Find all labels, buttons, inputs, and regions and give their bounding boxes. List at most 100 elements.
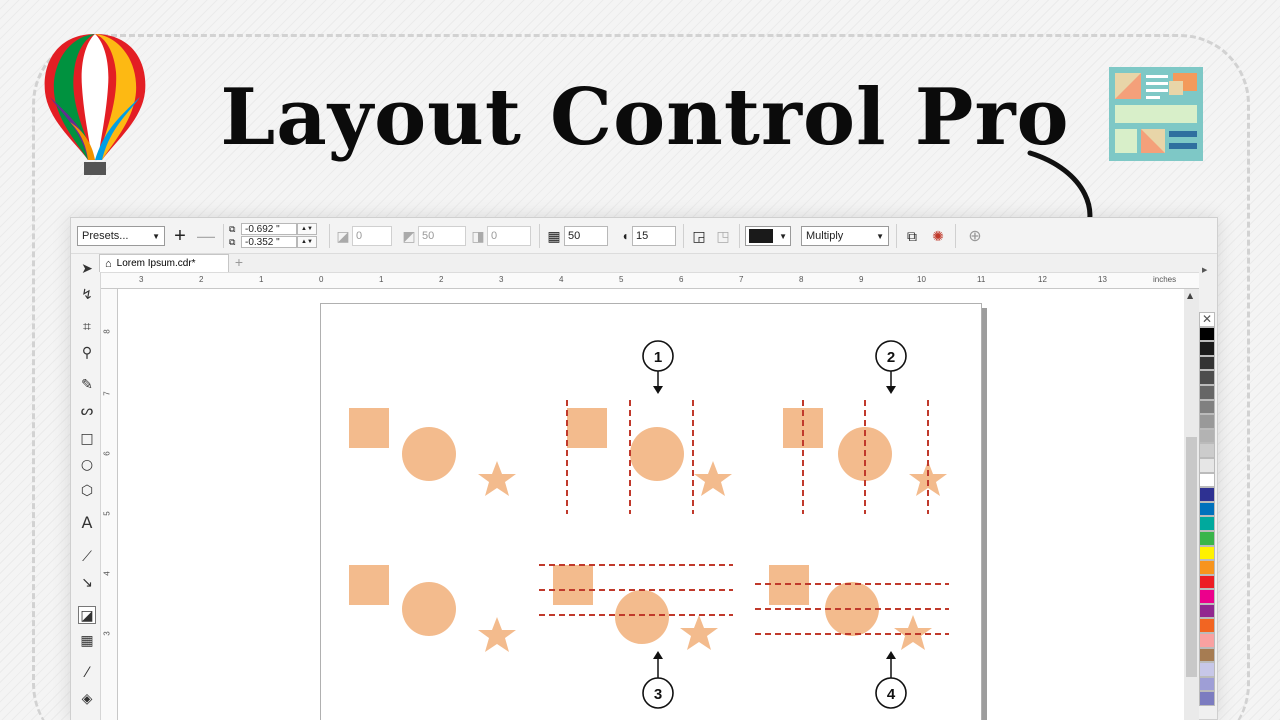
document-page[interactable]: 1 2 3 4 — [320, 303, 982, 720]
ruler-label: 13 — [1098, 275, 1107, 284]
color-swatch[interactable] — [1199, 691, 1215, 707]
color-swatch[interactable] — [1199, 370, 1215, 385]
ruler-label: 4 — [559, 275, 564, 284]
toolbox: ➤ ↯ ⌗ ⚲ ✎ ᔕ □ ○ ⬡ A ⟋ ↘ ◪ ▦ ⁄ ◈ — [71, 254, 101, 720]
shadow-color-swatch — [749, 229, 773, 243]
color-swatch[interactable] — [1199, 326, 1215, 342]
color-swatch[interactable] — [1199, 355, 1215, 371]
color-swatch[interactable] — [1199, 618, 1215, 634]
color-swatch[interactable] — [1199, 414, 1215, 429]
blend-mode-dropdown[interactable]: Multiply ▼ — [801, 226, 889, 246]
transparency-tool-icon[interactable]: ▦ — [78, 632, 96, 650]
color-swatch[interactable] — [1199, 399, 1215, 415]
shape-group-left-aligned — [567, 408, 732, 496]
ruler-label: 1 — [259, 275, 264, 284]
circle-shape — [402, 427, 456, 481]
clear-shadow-icon[interactable]: ✺ — [928, 226, 948, 246]
color-swatch[interactable] — [1199, 676, 1215, 692]
chevron-down-icon: ▼ — [779, 231, 787, 241]
shadow-direction-icon[interactable]: ◲ — [689, 226, 709, 246]
color-swatch[interactable] — [1199, 530, 1215, 546]
feather-field[interactable]: 15 — [632, 226, 676, 246]
color-swatch[interactable] — [1199, 647, 1215, 663]
fill-tool-icon[interactable]: ◈ — [78, 690, 96, 708]
color-swatch[interactable] — [1199, 516, 1215, 531]
color-swatch[interactable] — [1199, 545, 1215, 561]
color-swatch[interactable] — [1199, 662, 1215, 677]
transparency-icon: ▦ — [547, 227, 561, 244]
shape-group-original-2 — [349, 565, 516, 652]
transparency-value: 50 — [568, 230, 581, 242]
zoom-tool-icon[interactable]: ⚲ — [78, 344, 96, 362]
y-position-field[interactable]: -0.352 " — [241, 236, 297, 248]
artistic-media-icon[interactable]: ᔕ — [78, 402, 96, 420]
copy-shadow-icon[interactable]: ⧉ — [902, 226, 922, 246]
add-preset-icon[interactable]: + — [171, 225, 189, 247]
new-tab-icon[interactable]: + — [231, 255, 247, 271]
dimension-tool-icon[interactable]: ⟋ — [78, 548, 96, 566]
scroll-up-icon[interactable]: ▲ — [1187, 291, 1193, 300]
remove-preset-icon[interactable]: — — [197, 226, 215, 246]
shape-group-middle-aligned — [769, 565, 932, 650]
connector-tool-icon[interactable]: ↘ — [78, 574, 96, 592]
x-position-field[interactable]: -0.692 " — [241, 223, 297, 235]
color-swatch[interactable] — [1199, 487, 1215, 502]
y-spinner[interactable]: ▲▼ — [297, 236, 317, 248]
shadow-edge-icon[interactable]: ◳ — [713, 226, 733, 246]
blend-mode-label: Multiply — [806, 230, 844, 242]
color-swatch[interactable] — [1199, 472, 1215, 488]
ellipse-tool-icon[interactable]: ○ — [78, 456, 96, 474]
drawing-canvas[interactable]: 1 2 3 4 — [118, 289, 1184, 720]
document-tab[interactable]: ⌂ Lorem Ipsum.cdr* — [99, 254, 229, 272]
eyedropper-tool-icon[interactable]: ⁄ — [78, 664, 96, 682]
ruler-label: 1 — [379, 275, 384, 284]
palette-scroll-icon[interactable]: ▶ — [1202, 266, 1207, 274]
shadow-angle-field[interactable]: 0 — [352, 226, 392, 246]
color-swatch[interactable] — [1199, 589, 1215, 604]
diagram: 1 2 3 4 — [349, 340, 949, 709]
color-swatch[interactable] — [1199, 443, 1215, 458]
text-tool-icon[interactable]: A — [78, 514, 96, 532]
drop-shadow-tool-icon[interactable]: ◪ — [78, 606, 96, 624]
crop-tool-icon[interactable]: ⌗ — [78, 318, 96, 336]
color-swatch[interactable] — [1199, 457, 1215, 473]
presets-dropdown[interactable]: Presets... ▼ — [77, 226, 165, 246]
shadow-feather-value: 0 — [491, 230, 498, 242]
vertical-scrollbar[interactable]: ▲ — [1184, 289, 1199, 720]
ruler-label: 9 — [859, 275, 864, 284]
color-swatch[interactable] — [1199, 603, 1215, 619]
no-color-swatch[interactable]: ✕ — [1199, 312, 1215, 327]
x-spinner[interactable]: ▲▼ — [297, 223, 317, 235]
object-position: ⧉ -0.692 " ▲▼ ⧉ -0.352 " ▲▼ — [229, 223, 317, 249]
color-swatch[interactable] — [1199, 501, 1215, 517]
color-swatch[interactable] — [1199, 341, 1215, 356]
callout-number: 4 — [887, 686, 896, 703]
chevron-down-icon: ▼ — [152, 231, 160, 241]
scrollbar-thumb[interactable] — [1186, 437, 1197, 677]
shadow-color-picker[interactable]: ▼ — [745, 226, 791, 246]
ruler-label: 10 — [917, 275, 926, 284]
x-position-icon: ⧉ — [229, 223, 236, 234]
shadow-opacity-field[interactable]: 50 — [418, 226, 466, 246]
add-property-icon[interactable]: ⊕ — [965, 226, 985, 246]
color-swatch[interactable] — [1199, 384, 1215, 400]
pick-tool-icon[interactable]: ➤ — [78, 260, 96, 278]
ruler-label: 3 — [102, 631, 112, 636]
ruler-label: 7 — [102, 391, 112, 396]
color-swatch[interactable] — [1199, 574, 1215, 590]
rectangle-tool-icon[interactable]: □ — [78, 430, 96, 448]
polygon-tool-icon[interactable]: ⬡ — [78, 482, 96, 500]
freehand-tool-icon[interactable]: ✎ — [78, 376, 96, 394]
color-swatch[interactable] — [1199, 633, 1215, 648]
shadow-angle-icon: ◪ — [336, 227, 350, 244]
home-icon: ⌂ — [105, 257, 112, 270]
transparency-field[interactable]: 50 — [564, 226, 608, 246]
color-swatch[interactable] — [1199, 428, 1215, 444]
color-swatch[interactable] — [1199, 560, 1215, 575]
ruler-unit: inches — [1153, 275, 1177, 284]
ruler-label: 4 — [102, 571, 112, 576]
shape-tool-icon[interactable]: ↯ — [78, 286, 96, 304]
callout-4: 4 — [875, 651, 907, 709]
ruler-label: 5 — [102, 511, 112, 516]
shadow-feather-field[interactable]: 0 — [487, 226, 531, 246]
